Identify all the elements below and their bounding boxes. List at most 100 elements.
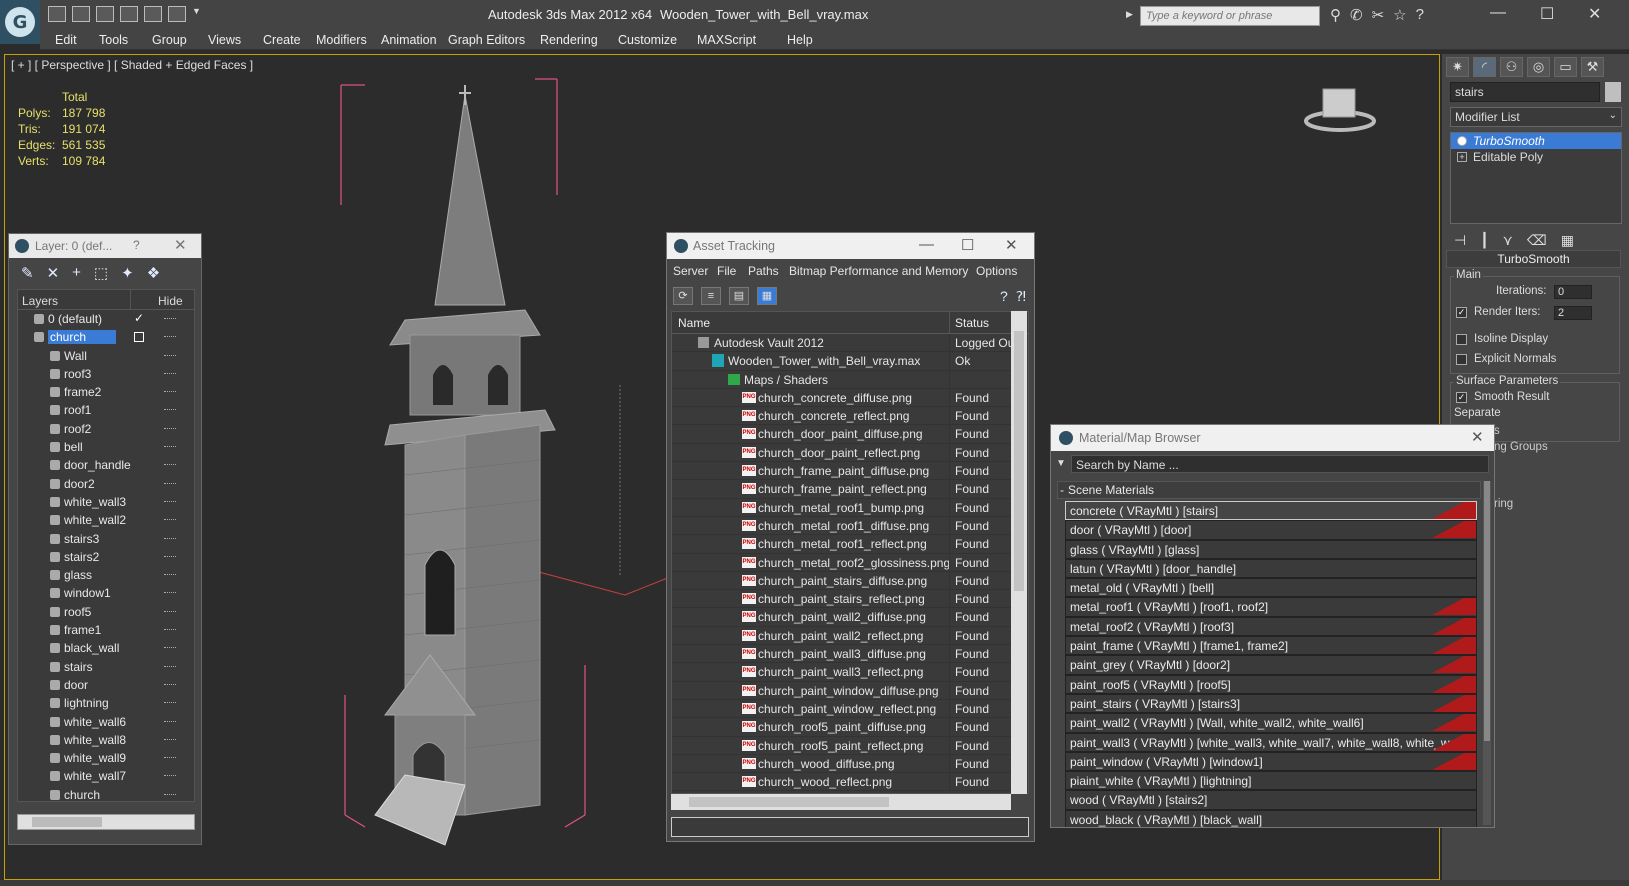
layer-list[interactable]: Layers Hide 0 (default) ✓ church Wall roof3 f… (17, 289, 195, 802)
material-row[interactable]: metal_roof1 ( VRayMtl ) [roof1, roof2] (1065, 597, 1477, 617)
hide-toggle[interactable] (164, 610, 176, 613)
layer-row[interactable]: white_wall6 (18, 713, 194, 731)
menu-views[interactable]: Views (208, 33, 241, 47)
hide-toggle[interactable] (164, 519, 176, 521)
menu-modifiers[interactable]: Modifiers (316, 33, 367, 47)
scene-materials-group[interactable]: - Scene Materials (1057, 481, 1481, 499)
menu-tools[interactable]: Tools (99, 33, 128, 47)
search-expand-icon[interactable]: ▶ (1126, 9, 1133, 20)
hide-all-icon[interactable]: ❖ (147, 264, 160, 282)
minimize-icon[interactable]: — (919, 236, 934, 253)
communication-center-icon[interactable]: ✆ (1350, 6, 1363, 24)
asset-row[interactable]: PNG church_door_paint_diffuse.png Found (672, 425, 1028, 444)
hide-toggle[interactable] (164, 683, 176, 686)
material-browser-titlebar[interactable]: Material/Map Browser ✕ (1051, 425, 1494, 451)
hide-toggle[interactable] (164, 537, 176, 540)
app-logo[interactable]: G (0, 0, 40, 44)
asset-row[interactable]: PNG church_paint_stairs_reflect.png Found (672, 590, 1028, 609)
refresh-icon[interactable]: ⟳ (673, 287, 693, 305)
grid-view-icon[interactable]: ▦ (757, 287, 777, 305)
material-row[interactable]: paint_wall2 ( VRayMtl ) [Wall, white_wal… (1065, 713, 1477, 733)
hide-toggle[interactable] (164, 555, 176, 558)
hide-toggle[interactable] (164, 592, 176, 594)
motion-tab-icon[interactable]: ◎ (1527, 57, 1550, 77)
viewcube[interactable] (1322, 88, 1356, 118)
layer-row[interactable]: black_wall (18, 639, 194, 657)
status-column-header[interactable]: Status (955, 316, 989, 330)
asset-menu-bitmap-performance[interactable]: Bitmap Performance and Memory (789, 264, 968, 278)
asset-row[interactable]: PNG church_roof5_paint_reflect.png Found (672, 736, 1028, 755)
asset-row[interactable]: PNG church_roof5_paint_diffuse.png Found (672, 718, 1028, 737)
asset-vertical-scrollbar[interactable] (1011, 311, 1027, 794)
new-file-icon[interactable] (48, 6, 66, 22)
hide-toggle[interactable] (164, 702, 176, 704)
asset-row[interactable]: PNG church_concrete_reflect.png Found (672, 407, 1028, 426)
layer-row[interactable]: door_handle (18, 456, 194, 474)
hide-toggle[interactable] (164, 464, 176, 466)
configure-modifier-sets-icon[interactable]: ▦ (1561, 232, 1574, 249)
help-icon[interactable]: ? (1000, 288, 1008, 305)
hide-toggle[interactable] (164, 720, 176, 723)
utilities-tab-icon[interactable]: ⚒ (1581, 57, 1604, 77)
save-file-icon[interactable] (96, 6, 114, 22)
asset-row[interactable]: PNG church_paint_stairs_diffuse.png Found (672, 571, 1028, 591)
asset-row[interactable]: PNG church_paint_window_diffuse.png Found (672, 681, 1028, 700)
asset-row[interactable]: PNG church_metal_roof1_diffuse.png Found (672, 516, 1028, 536)
asset-row[interactable]: PNG church_door_paint_reflect.png Found (672, 443, 1028, 463)
asset-row[interactable]: PNG church_paint_wall3_reflect.png Found (672, 663, 1028, 682)
asset-menu-server[interactable]: Server (673, 264, 708, 278)
hide-toggle[interactable] (164, 318, 176, 320)
material-row[interactable]: paint_roof5 ( VRayMtl ) [roof5] (1065, 674, 1477, 694)
layer-row[interactable]: bell (18, 438, 194, 456)
dropdown-arrow-icon[interactable]: ▼ (192, 6, 202, 22)
hide-toggle[interactable] (164, 354, 176, 357)
asset-row[interactable]: PNG church_paint_window_reflect.png Found (672, 699, 1028, 719)
delete-layer-icon[interactable]: ✕ (47, 264, 60, 282)
modifier-stack[interactable]: TurboSmooth + Editable Poly (1450, 132, 1622, 224)
layer-horizontal-scrollbar[interactable] (17, 814, 195, 830)
material-row[interactable]: glass ( VRayMtl ) [glass] (1065, 539, 1477, 559)
asset-menu-paths[interactable]: Paths (748, 264, 779, 278)
menu-rendering[interactable]: Rendering (540, 33, 598, 47)
layer-row[interactable]: lightning (18, 694, 194, 712)
layer-row[interactable]: stairs2 (18, 548, 194, 566)
layer-row[interactable]: stairs3 (18, 530, 194, 548)
menu-create[interactable]: Create (263, 33, 301, 47)
help-button[interactable]: ? (133, 238, 140, 252)
layer-row[interactable]: frame1 (18, 621, 194, 639)
name-column-header[interactable]: Name (678, 316, 710, 330)
material-row[interactable]: door ( VRayMtl ) [door] (1065, 520, 1477, 540)
pin-stack-icon[interactable]: ⊣ (1454, 232, 1466, 249)
asset-row[interactable]: PNG church_metal_roof1_bump.png Found (672, 498, 1028, 517)
asset-row[interactable]: PNG church_paint_wall2_reflect.png Found (672, 626, 1028, 646)
material-row[interactable]: concrete ( VRayMtl ) [stairs] (1065, 501, 1477, 521)
stack-item-turbosmooth[interactable]: TurboSmooth (1451, 133, 1621, 149)
layer-row[interactable]: church (18, 328, 194, 346)
stack-item-editable-poly[interactable]: + Editable Poly (1451, 149, 1621, 165)
hide-toggle[interactable] (164, 482, 176, 485)
hide-toggle[interactable] (164, 574, 176, 576)
layer-row[interactable]: roof3 (18, 365, 194, 383)
hide-toggle[interactable] (164, 409, 176, 411)
layer-row[interactable]: stairs (18, 658, 194, 676)
layer-row[interactable]: roof5 (18, 603, 194, 621)
highlight-layer-icon[interactable]: ✦ (121, 264, 134, 282)
hold-icon[interactable] (120, 6, 138, 22)
binoculars-icon[interactable]: ⚲ (1330, 6, 1341, 24)
layer-row[interactable]: frame2 (18, 383, 194, 401)
close-icon[interactable]: ✕ (1005, 236, 1018, 254)
minimize-icon[interactable]: — (1490, 4, 1506, 22)
hide-toggle[interactable] (164, 738, 176, 741)
layer-window-titlebar[interactable]: Layer: 0 (def... ? ✕ (9, 234, 201, 258)
object-color-swatch[interactable] (1605, 82, 1621, 102)
menu-edit[interactable]: Edit (55, 33, 77, 47)
material-row[interactable]: paint_grey ( VRayMtl ) [door2] (1065, 655, 1477, 675)
layer-row[interactable]: roof1 (18, 401, 194, 419)
material-row[interactable]: paint_stairs ( VRayMtl ) [stairs3] (1065, 693, 1477, 714)
asset-path-field[interactable] (671, 817, 1029, 837)
layers-column-header[interactable]: Layers (22, 294, 58, 308)
iterations-spinner[interactable]: 0 (1554, 285, 1592, 299)
hide-toggle[interactable] (164, 391, 176, 393)
layer-row[interactable]: white_wall7 (18, 767, 194, 785)
layer-row[interactable]: 0 (default) ✓ (18, 310, 194, 328)
